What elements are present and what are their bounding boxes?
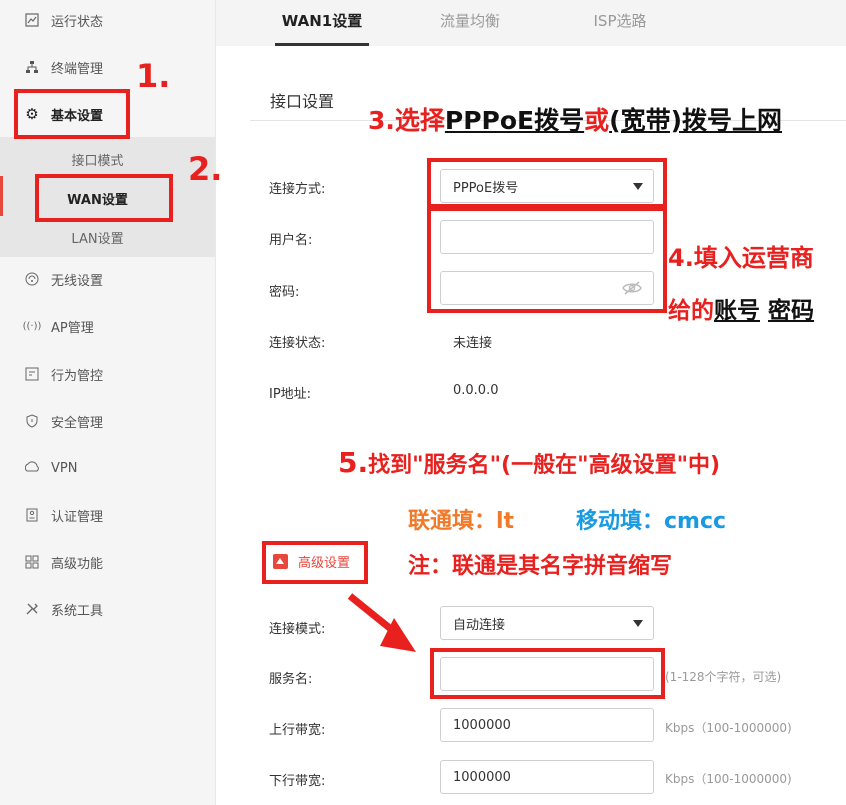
sidebar-item-behavior[interactable]: 行为管控: [0, 359, 215, 389]
sidebar-item-advanced[interactable]: 高级功能: [0, 547, 215, 577]
highlight-conn-method: [427, 158, 667, 208]
ap-icon: ((·)): [22, 320, 42, 332]
highlight-advanced-settings: [262, 541, 368, 584]
conn-mode-label: 连接模式:: [269, 622, 326, 637]
sidebar-item-security[interactable]: 安全管理: [0, 406, 215, 436]
tools-icon: [25, 602, 39, 616]
sidebar-item-vpn[interactable]: VPN: [0, 453, 215, 483]
sidebar-item-system-tools[interactable]: 系统工具: [0, 594, 215, 624]
upstream-bandwidth-label: 上行带宽:: [269, 723, 326, 738]
wifi-icon: [25, 272, 39, 286]
section-title: 接口设置: [270, 92, 335, 111]
sidebar-item-terminal[interactable]: 终端管理: [0, 52, 215, 82]
sidebar-item-label: VPN: [51, 460, 78, 476]
conn-mode-value: 自动连接: [453, 617, 506, 633]
sidebar-item-ap[interactable]: ((·)) AP管理: [0, 311, 215, 341]
status-label: 连接状态:: [269, 336, 326, 351]
submenu-interface-mode[interactable]: 接口模式: [0, 150, 195, 169]
caret-down-icon: [633, 620, 643, 627]
sidebar-item-label: 终端管理: [51, 61, 104, 77]
upstream-bandwidth-value: 1000000: [453, 717, 511, 733]
upstream-bandwidth-input[interactable]: 1000000: [440, 708, 654, 742]
ip-value: 0.0.0.0: [453, 383, 499, 398]
service-name-hint: (1-128个字符，可选): [665, 670, 782, 684]
tab-underline: [275, 43, 369, 46]
highlight-wan-settings: [35, 174, 173, 222]
sidebar-item-status[interactable]: 运行状态: [0, 5, 215, 35]
conn-method-label: 连接方式:: [269, 182, 326, 197]
annotation-step5: 5.找到"服务名"(一般在"高级设置"中): [338, 446, 721, 479]
sidebar-item-label: 无线设置: [51, 273, 104, 289]
arrow-icon: [347, 593, 416, 652]
ip-label: IP地址:: [269, 387, 312, 402]
status-value: 未连接: [453, 336, 493, 351]
annotation-step3: 3.选择PPPoE拨号或(宽带)拨号上网: [368, 106, 783, 135]
username-label: 用户名:: [269, 233, 313, 248]
grid-icon: [25, 555, 39, 569]
highlight-service-name: [430, 648, 665, 699]
sidebar-item-label: 行为管控: [51, 368, 104, 384]
sidebar-item-label: 安全管理: [51, 415, 104, 431]
network-icon: [25, 60, 39, 74]
downstream-bandwidth-label: 下行带宽:: [269, 774, 326, 789]
chart-icon: [25, 13, 39, 27]
service-name-label: 服务名:: [269, 672, 313, 687]
shield-icon: [25, 414, 39, 428]
upstream-bandwidth-hint: Kbps（100-1000000): [665, 721, 792, 735]
annotation-step2: 2.: [188, 150, 223, 188]
sidebar-item-label: 系统工具: [51, 603, 104, 619]
annotation-step1: 1.: [136, 57, 171, 95]
vpn-icon: [25, 461, 39, 475]
annotation-unicom: 联通填：lt: [408, 509, 515, 534]
downstream-bandwidth-value: 1000000: [453, 769, 511, 785]
downstream-bandwidth-hint: Kbps（100-1000000): [665, 772, 792, 786]
sidebar-item-label: 运行状态: [51, 14, 104, 30]
tab-traffic-balance[interactable]: 流量均衡: [425, 0, 515, 46]
sidebar-item-label: 高级功能: [51, 556, 104, 572]
annotation-mobile: 移动填：cmcc: [576, 509, 727, 534]
sidebar-item-label: AP管理: [51, 320, 94, 336]
tab-wan1-settings[interactable]: WAN1设置: [275, 0, 369, 46]
highlight-credentials: [427, 207, 667, 313]
conn-mode-select[interactable]: 自动连接: [440, 606, 654, 640]
password-label: 密码:: [269, 285, 300, 300]
sidebar-item-wireless[interactable]: 无线设置: [0, 264, 215, 294]
downstream-bandwidth-input[interactable]: 1000000: [440, 760, 654, 794]
annotation-note: 注：联通是其名字拼音缩写: [408, 554, 673, 579]
annotation-step4-line2: 给的账号 密码: [668, 298, 815, 324]
highlight-basic-settings: [14, 89, 130, 139]
sidebar-item-label: 认证管理: [51, 509, 104, 525]
tab-isp-routing[interactable]: ISP选路: [575, 0, 665, 46]
submenu-lan-settings[interactable]: LAN设置: [0, 228, 195, 247]
annotation-step4-line1: 4.填入运营商: [668, 244, 814, 272]
id-card-icon: [25, 508, 39, 522]
sidebar-item-auth[interactable]: 认证管理: [0, 500, 215, 530]
behavior-icon: [25, 367, 39, 381]
